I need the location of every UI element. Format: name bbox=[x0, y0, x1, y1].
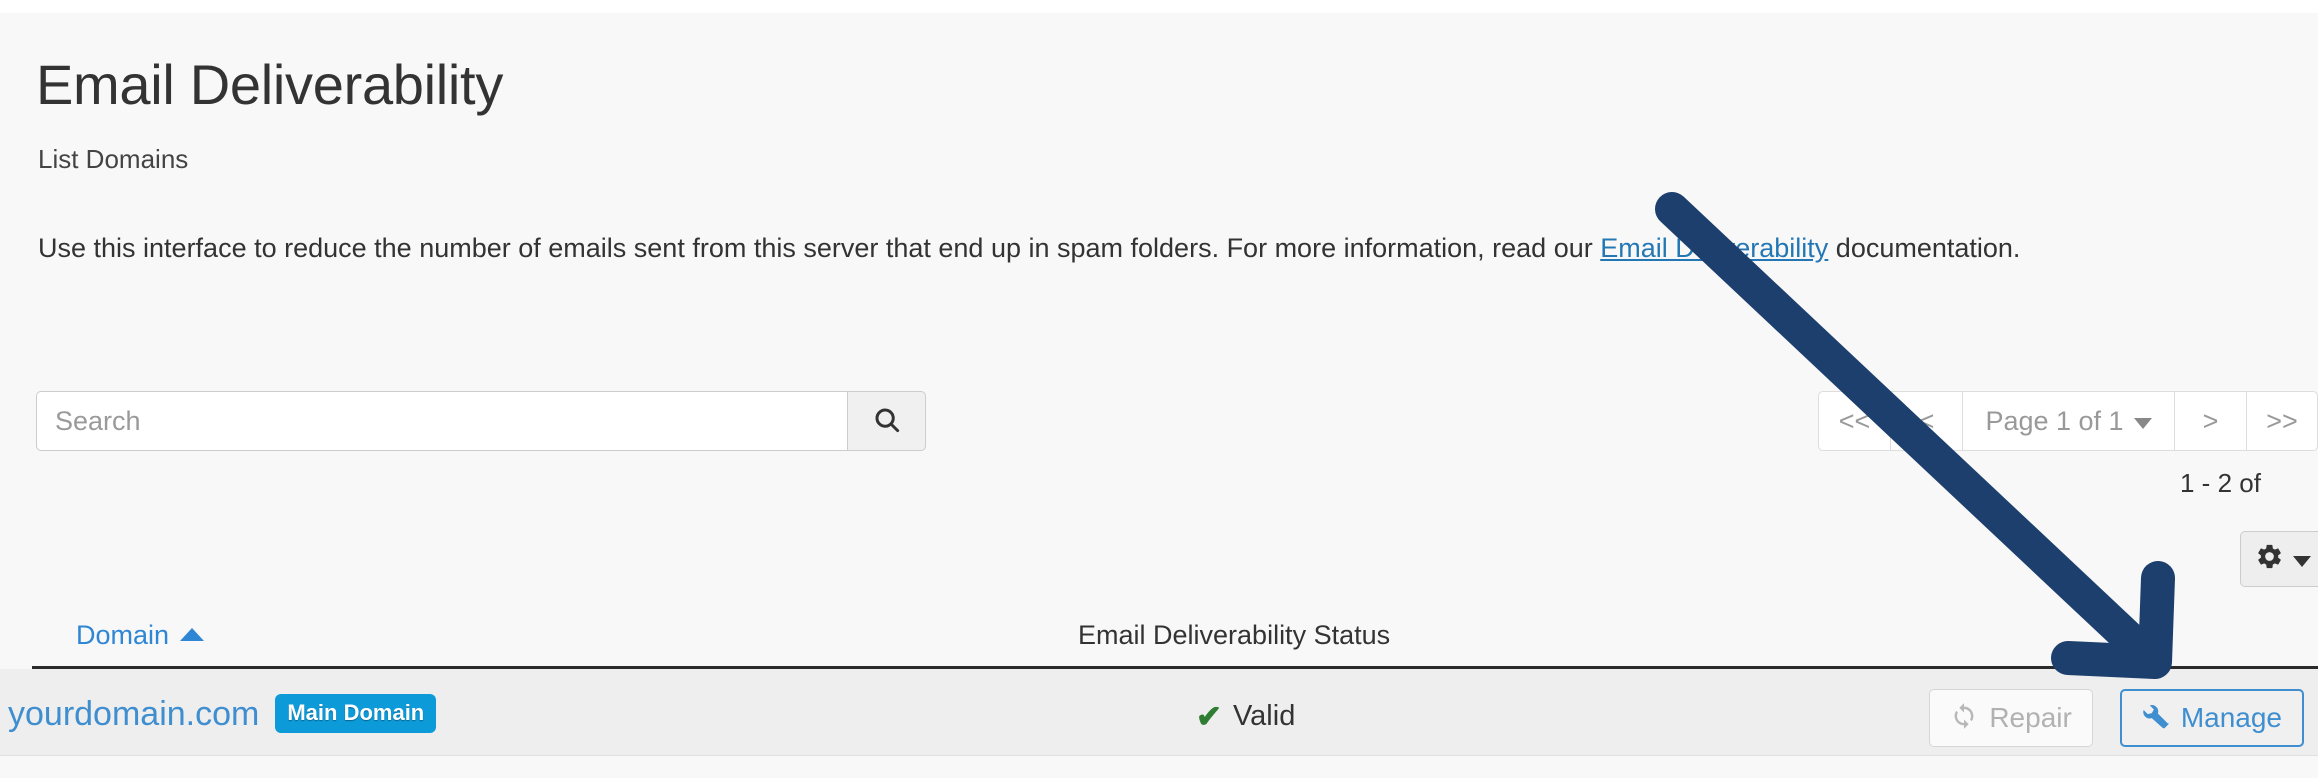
sort-ascending-icon bbox=[180, 628, 205, 641]
wrench-icon bbox=[2142, 702, 2170, 735]
search-button[interactable] bbox=[847, 391, 926, 451]
description-text-after: documentation. bbox=[1828, 233, 2021, 263]
manage-button-label: Manage bbox=[2180, 702, 2282, 733]
cell-domain: yourdomain.com Main Domain bbox=[8, 694, 437, 733]
search-icon bbox=[872, 405, 902, 438]
cell-actions: Repair Manage bbox=[1929, 689, 2304, 747]
status-label: Valid bbox=[1232, 700, 1296, 732]
check-icon: ✔ bbox=[1196, 699, 1222, 734]
table-row: yourdomain.com Main Domain ✔ Valid Repai… bbox=[0, 669, 2318, 756]
pagination-page-selector[interactable]: Page 1 of 1 bbox=[1962, 391, 2174, 451]
search-bar bbox=[36, 391, 926, 451]
description-text-before: Use this interface to reduce the number … bbox=[38, 233, 1601, 263]
page-subtitle: List Domains bbox=[38, 144, 189, 174]
pagination: << < Page 1 of 1 > >> bbox=[1818, 391, 2318, 451]
email-deliverability-page: Email Deliverability List Domains Use th… bbox=[0, 0, 2318, 778]
table-settings-button[interactable] bbox=[2240, 531, 2318, 587]
email-deliverability-doc-link[interactable]: Email Deliverability bbox=[1600, 233, 1828, 263]
refresh-icon bbox=[1950, 702, 1978, 735]
column-header-domain-label: Domain bbox=[76, 620, 170, 650]
pagination-last-button[interactable]: >> bbox=[2246, 391, 2318, 451]
pagination-page-label: Page 1 of 1 bbox=[1985, 405, 2124, 436]
page-description: Use this interface to reduce the number … bbox=[38, 235, 2020, 262]
record-count: 1 - 2 of bbox=[2180, 468, 2261, 498]
gear-icon bbox=[2255, 542, 2284, 576]
page-content: Email Deliverability List Domains Use th… bbox=[0, 13, 2318, 778]
chevron-down-icon bbox=[2133, 417, 2152, 429]
column-header-status: Email Deliverability Status bbox=[1078, 620, 1391, 650]
manage-button[interactable]: Manage bbox=[2119, 689, 2304, 747]
status-badge: Main Domain bbox=[275, 694, 437, 733]
top-strip bbox=[0, 0, 2318, 13]
page-title: Email Deliverability bbox=[36, 53, 504, 116]
pagination-first-button[interactable]: << bbox=[1818, 391, 1890, 451]
domain-link[interactable]: yourdomain.com bbox=[8, 697, 259, 731]
pagination-next-button[interactable]: > bbox=[2174, 391, 2246, 451]
cell-status: ✔ Valid bbox=[1196, 701, 1295, 732]
chevron-down-icon bbox=[2293, 555, 2311, 567]
repair-button-label: Repair bbox=[1989, 702, 2072, 733]
repair-button[interactable]: Repair bbox=[1929, 689, 2093, 747]
column-header-domain[interactable]: Domain bbox=[76, 620, 205, 650]
domains-table: Domain Email Deliverability Status yourd… bbox=[0, 598, 2318, 756]
table-header-row: Domain Email Deliverability Status bbox=[0, 598, 2318, 669]
search-input[interactable] bbox=[36, 391, 847, 451]
pagination-prev-button[interactable]: < bbox=[1890, 391, 1962, 451]
